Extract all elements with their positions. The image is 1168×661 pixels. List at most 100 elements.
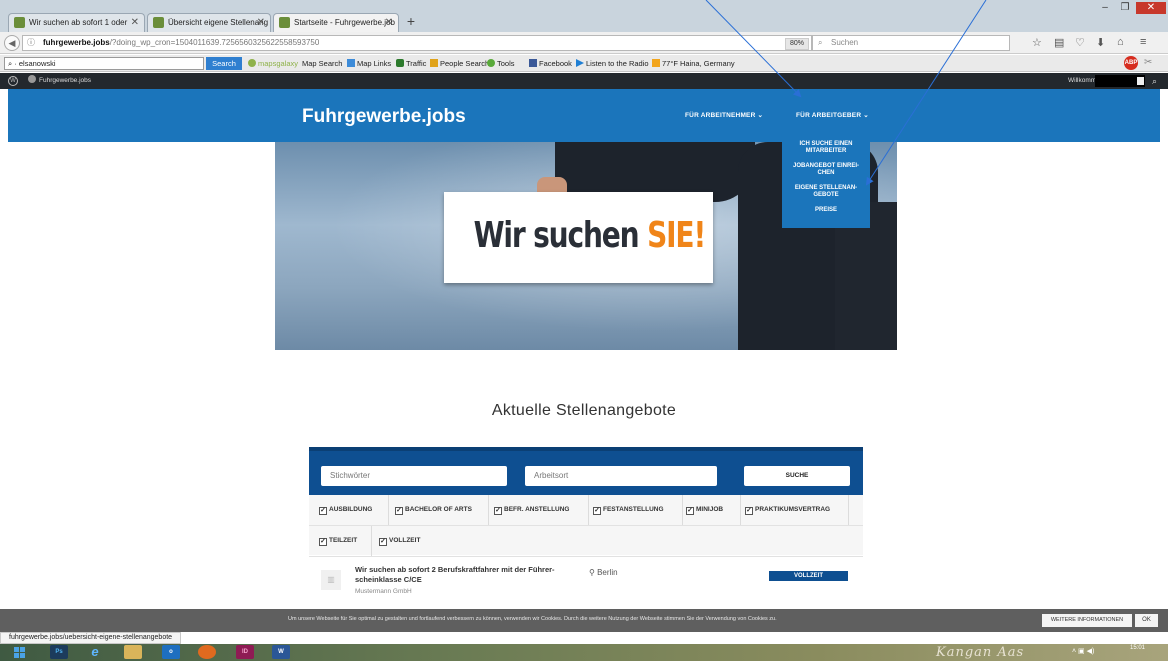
browser-search-input[interactable]: ⌕ Suchen	[812, 35, 1010, 51]
filter-vollzeit[interactable]: ✓ VOLLZEIT	[379, 526, 429, 556]
filter-ausbildung[interactable]: ✓ AUSBILDUNG	[319, 495, 389, 525]
maximize-button[interactable]: ❐	[1114, 2, 1136, 14]
toolbar-item-people-search[interactable]: People Search	[430, 58, 489, 69]
close-tab-icon[interactable]: ✕	[131, 14, 139, 31]
menu-icon[interactable]: ≡	[1140, 36, 1146, 48]
browser-tab[interactable]: Wir suchen ab sofort 1 oder ✕	[8, 13, 145, 32]
company-logo-icon: ▥	[321, 570, 341, 590]
site-logo[interactable]: Fuhrgewerbe.jobs	[302, 106, 466, 128]
browser-tab-strip: Wir suchen ab sofort 1 oder ✕ Übersicht …	[0, 0, 1168, 32]
dropdown-item-jobangebot-einreichen[interactable]: JOBANGEBOT EINREI-CHEN	[782, 163, 870, 177]
job-listing-row[interactable]: ▥ Wir suchen ab sofort 2 Berufskraftfahr…	[309, 556, 863, 606]
filter-befr-anstellung[interactable]: ✓ BEFR. ANSTELLUNG	[494, 495, 589, 525]
indesign-icon[interactable]: ID	[236, 645, 254, 659]
toolbar-search-button[interactable]: Search	[206, 57, 242, 70]
dropdown-item-mitarbeiter-suchen[interactable]: ICH SUCHE EINEN MITARBEITER	[782, 141, 870, 155]
zoom-indicator[interactable]: 80%	[785, 38, 810, 50]
close-tab-icon[interactable]: ✕	[385, 14, 393, 31]
system-tray-icons[interactable]: ˄ ▣ ◀)	[1072, 647, 1094, 655]
file-explorer-icon[interactable]	[124, 645, 142, 659]
wp-admin-bar: W Fuhrgewerbe.jobs Willkommen ⌕	[0, 73, 1168, 89]
browser-nav-bar: ◀ ⓘ fuhrgewerbe.jobs/?doing_wp_cron=1504…	[0, 32, 1168, 54]
toolbar-item-tools[interactable]: Tools	[487, 58, 515, 69]
back-button[interactable]: ◀	[4, 35, 20, 51]
cookie-more-info-button[interactable]: WEITERE INFORMATIONEN	[1042, 614, 1132, 627]
cookie-text: Um unsere Webseite für Sie optimal zu ge…	[288, 616, 777, 622]
toolbar-item-map-search[interactable]: Map Search	[302, 58, 342, 69]
filter-festanstellung[interactable]: ✓ FESTANSTELLUNG	[593, 495, 683, 525]
nav-item-fuer-arbeitgeber[interactable]: FÜR ARBEITGEBER ⌄	[796, 111, 869, 119]
favicon-icon	[153, 17, 164, 28]
wordpress-logo-icon[interactable]: W	[8, 76, 18, 86]
job-search-box: Stichwörter Arbeitsort SUCHE	[309, 447, 863, 495]
checkbox-checked-icon: ✓	[686, 507, 694, 515]
checkbox-checked-icon: ✓	[593, 507, 601, 515]
weather-icon	[652, 59, 660, 67]
pocket-icon[interactable]: ♡	[1075, 36, 1085, 49]
search-icon: ⌕	[818, 38, 823, 47]
mapsgalaxy-logo[interactable]: mapsgalaxy	[248, 58, 298, 69]
filter-bachelor-of-arts[interactable]: ✓ BACHELOR OF ARTS	[395, 495, 489, 525]
firefox-icon[interactable]	[198, 645, 216, 659]
url-bar[interactable]: ⓘ fuhrgewerbe.jobs/?doing_wp_cron=150401…	[22, 35, 826, 51]
minimize-button[interactable]: –	[1094, 2, 1116, 14]
browser-tab[interactable]: Übersicht eigene Stellenang ✕	[147, 13, 271, 32]
home-icon[interactable]: ⌂	[1117, 36, 1124, 48]
tools-icon	[487, 59, 495, 67]
windows-start-icon[interactable]	[14, 647, 26, 658]
dropdown-item-eigene-stellenangebote[interactable]: EIGENE STELLENAN-GEBOTE	[782, 185, 870, 199]
word-icon[interactable]: W	[272, 645, 290, 659]
hero-sign-highlight: SIE!	[647, 215, 706, 256]
job-search-button[interactable]: SUCHE	[744, 466, 850, 486]
toolbar-item-radio[interactable]: Listen to the Radio	[576, 58, 649, 69]
nav-item-fuer-arbeitnehmer[interactable]: FÜR ARBEITNEHMER ⌄	[685, 111, 763, 119]
internet-explorer-icon[interactable]: e	[86, 645, 104, 659]
user-avatar-icon[interactable]	[1137, 77, 1144, 85]
download-icon[interactable]: ⬇	[1096, 36, 1105, 49]
site-header: Fuhrgewerbe.jobs FÜR ARBEITNEHMER ⌄ FÜR …	[8, 89, 1160, 142]
system-clock[interactable]: 15:01	[1130, 645, 1145, 652]
bookmark-star-icon[interactable]: ☆	[1032, 36, 1042, 49]
cookie-ok-button[interactable]: OK	[1135, 614, 1158, 627]
job-type-badge: VOLLZEIT	[769, 571, 848, 581]
job-company: Mustermann GmbH	[355, 588, 412, 595]
adblock-icon[interactable]: ABP	[1124, 56, 1138, 70]
extension-icon[interactable]: ✂	[1144, 57, 1152, 68]
outlook-icon[interactable]: o	[162, 645, 180, 659]
checkbox-checked-icon: ✓	[379, 538, 387, 546]
location-input[interactable]: Arbeitsort	[525, 466, 717, 486]
wp-site-link[interactable]: Fuhrgewerbe.jobs	[28, 73, 91, 89]
filter-praktikumsvertrag[interactable]: ✓ PRAKTIKUMSVERTRAG	[745, 495, 849, 525]
window-close-button[interactable]: ✕	[1136, 2, 1166, 14]
browser-tab-active[interactable]: Startseite - Fuhrgewerbe.job ✕	[273, 13, 399, 32]
wallpaper-signature: Kangan Aas	[936, 645, 1025, 660]
checkbox-checked-icon: ✓	[319, 507, 327, 515]
filter-minijob[interactable]: ✓ MINIJOB	[686, 495, 741, 525]
keyword-input[interactable]: Stichwörter	[321, 466, 507, 486]
url-path: /?doing_wp_cron=1504011639.7256560325622…	[109, 38, 320, 47]
dropdown-item-preise[interactable]: PREISE	[782, 207, 870, 214]
hero-sign: Wir suchen SIE!	[444, 192, 713, 283]
play-icon	[576, 59, 584, 67]
map-links-icon	[347, 59, 355, 67]
search-icon[interactable]: ⌕	[1152, 73, 1157, 89]
cookie-banner: Um unsere Webseite für Sie optimal zu ge…	[0, 609, 1168, 632]
job-title[interactable]: Wir suchen ab sofort 2 Berufskraftfahrer…	[355, 565, 575, 585]
favicon-icon	[279, 17, 290, 28]
photoshop-icon[interactable]: Ps	[50, 645, 68, 659]
toolbar-item-weather[interactable]: 77°F Haina, Germany	[652, 58, 735, 69]
location-pin-icon: ⚲	[589, 568, 595, 577]
employer-dropdown-menu: ICH SUCHE EINEN MITARBEITER JOBANGEBOT E…	[782, 136, 870, 228]
toolbar-item-traffic[interactable]: Traffic	[396, 58, 426, 69]
toolbar-item-map-links[interactable]: Map Links	[347, 58, 391, 69]
bookmarks-list-icon[interactable]: ▤	[1054, 36, 1064, 49]
url-host: fuhrgewerbe.jobs	[43, 38, 110, 47]
traffic-light-icon	[396, 59, 404, 67]
toolbar-item-facebook[interactable]: Facebook	[529, 58, 572, 69]
filter-teilzeit[interactable]: ✓ TEILZEIT	[319, 526, 372, 556]
close-tab-icon[interactable]: ✕	[257, 14, 265, 31]
new-tab-button[interactable]: +	[403, 14, 419, 30]
checkbox-checked-icon: ✓	[494, 507, 502, 515]
site-info-icon[interactable]: ⓘ	[27, 36, 35, 50]
toolbar-search-input[interactable]: ⌕ · elsanowski	[4, 57, 204, 70]
